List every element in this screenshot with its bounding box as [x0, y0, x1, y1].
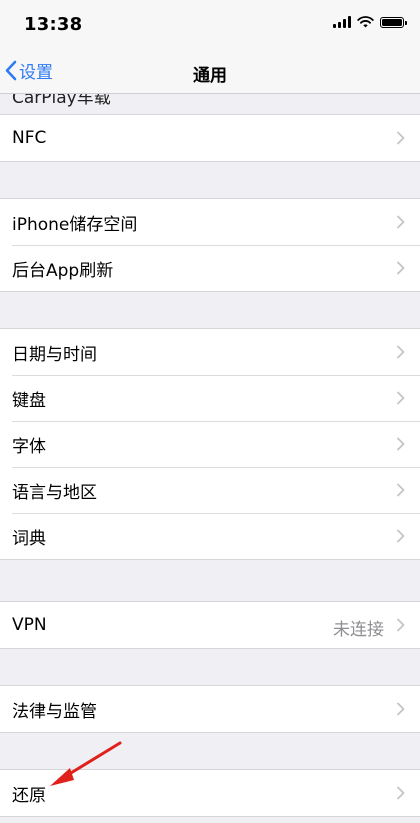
- list-item-iphone-storage[interactable]: iPhone储存空间: [0, 199, 420, 245]
- list-item-vpn[interactable]: VPN 未连接: [0, 602, 420, 648]
- list-item-partial[interactable]: CarPlay车载: [0, 94, 420, 116]
- list-item-reset[interactable]: 还原: [0, 770, 420, 816]
- row-label: 法律与监管: [12, 701, 97, 722]
- list-item-date-time[interactable]: 日期与时间: [0, 329, 420, 375]
- row-label: 键盘: [12, 390, 46, 411]
- list-item-legal-regulatory[interactable]: 法律与监管: [0, 686, 420, 732]
- wifi-icon: [357, 16, 374, 28]
- settings-group-nfc: NFC: [0, 114, 420, 162]
- chevron-right-icon: [397, 483, 405, 497]
- chevron-right-icon: [397, 702, 405, 716]
- chevron-right-icon: [397, 345, 405, 359]
- settings-group-vpn: VPN 未连接: [0, 601, 420, 649]
- list-item-keyboard[interactable]: 键盘: [0, 375, 420, 421]
- chevron-right-icon: [397, 215, 405, 229]
- row-label: 词典: [12, 528, 46, 549]
- settings-group-storage: iPhone储存空间 后台App刷新: [0, 198, 420, 292]
- page-title: 通用: [193, 66, 227, 86]
- cellular-signal-icon: [333, 16, 351, 28]
- status-icons: [333, 16, 407, 28]
- list-item-fonts[interactable]: 字体: [0, 421, 420, 467]
- chevron-right-icon: [397, 437, 405, 451]
- chevron-right-icon: [397, 618, 405, 632]
- row-label: NFC: [12, 128, 47, 148]
- battery-icon: [380, 16, 407, 28]
- list-item-background-app-refresh[interactable]: 后台App刷新: [0, 245, 420, 291]
- list-item-language-region[interactable]: 语言与地区: [0, 467, 420, 513]
- navigation-bar: 设置 通用: [0, 48, 420, 94]
- settings-list[interactable]: CarPlay车载 NFC iPhone储存空间 后台App刷新 日期与时间 键…: [0, 94, 420, 823]
- vpn-status: 未连接: [333, 620, 384, 640]
- status-bar: 13:38: [0, 0, 420, 48]
- chevron-right-icon: [397, 391, 405, 405]
- chevron-right-icon: [397, 786, 405, 800]
- row-label: 后台App刷新: [12, 260, 114, 281]
- row-label: 字体: [12, 436, 46, 457]
- chevron-right-icon: [397, 131, 405, 145]
- row-label: CarPlay车载: [12, 94, 111, 108]
- status-time: 13:38: [24, 14, 83, 35]
- list-item-nfc[interactable]: NFC: [0, 115, 420, 161]
- settings-group-input: 日期与时间 键盘 字体 语言与地区 词典: [0, 328, 420, 560]
- row-label: 还原: [12, 785, 46, 806]
- list-item-dictionary[interactable]: 词典: [0, 513, 420, 559]
- row-label: 日期与时间: [12, 344, 97, 365]
- settings-group-legal: 法律与监管: [0, 685, 420, 733]
- chevron-right-icon: [397, 529, 405, 543]
- row-label: iPhone储存空间: [12, 214, 138, 235]
- chevron-right-icon: [397, 261, 405, 275]
- settings-group-reset: 还原: [0, 769, 420, 817]
- row-label: VPN: [12, 615, 47, 635]
- row-label: 语言与地区: [12, 482, 97, 503]
